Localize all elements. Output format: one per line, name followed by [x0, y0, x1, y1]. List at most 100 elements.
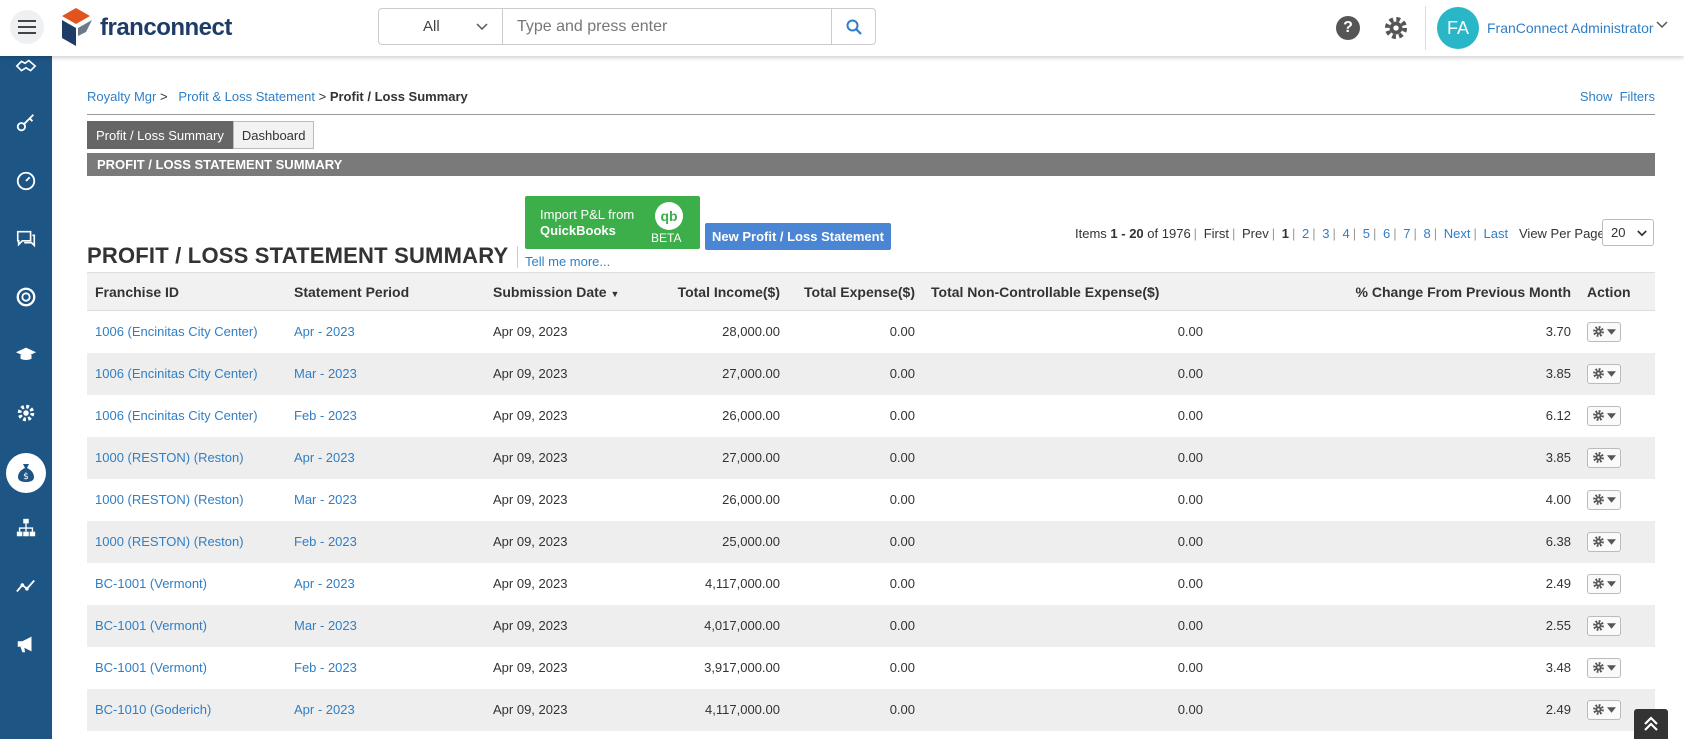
col-action: Action — [1579, 272, 1655, 311]
statement-period-link[interactable]: Feb - 2023 — [286, 394, 485, 437]
page-link-5[interactable]: 5 — [1363, 226, 1370, 241]
row-action-menu-button[interactable] — [1587, 321, 1621, 342]
col-franchise-id[interactable]: Franchise ID — [87, 272, 286, 311]
franchise-id-link[interactable]: 1006 (Encinitas City Center) — [87, 352, 286, 395]
gear-icon[interactable] — [1382, 14, 1410, 42]
show-filters-link[interactable]: Show Filters — [1580, 89, 1655, 104]
page-link-6[interactable]: 6 — [1383, 226, 1390, 241]
statement-period-link[interactable]: Feb - 2023 — [286, 520, 485, 563]
franchise-id-link[interactable]: 1000 (RESTON) (Reston) — [87, 436, 286, 479]
franconnect-logo[interactable]: franconnect — [56, 6, 232, 50]
table-row: 1000 (RESTON) (Reston) Apr - 2023 Apr 09, … — [87, 436, 1655, 479]
statement-period-link[interactable]: Apr - 2023 — [286, 436, 485, 479]
total-income: 3,917,000.00 — [650, 646, 788, 689]
page-link-7[interactable]: 7 — [1403, 226, 1410, 241]
row-action-menu-button[interactable] — [1587, 489, 1621, 510]
action-cell — [1579, 352, 1655, 395]
col-non-controllable-expense[interactable]: Total Non-Controllable Expense($) — [923, 272, 1213, 311]
franchise-id-link[interactable]: BC-1001 (Vermont) — [87, 646, 286, 689]
franchise-id-link[interactable]: BC-1001 (Vermont) — [87, 604, 286, 647]
help-icon[interactable]: ? — [1336, 16, 1360, 40]
franchise-id-link[interactable]: 1006 (Encinitas City Center) — [87, 310, 286, 353]
settings-icon[interactable] — [8, 395, 44, 431]
breadcrumb-royalty-mgr[interactable]: Royalty Mgr — [87, 89, 156, 104]
row-action-menu-button[interactable] — [1587, 573, 1621, 594]
row-action-menu-button[interactable] — [1587, 447, 1621, 468]
analytics-icon[interactable] — [8, 568, 44, 604]
gear-icon — [1593, 536, 1604, 547]
money-bag-icon[interactable]: $ — [6, 453, 46, 493]
action-cell — [1579, 310, 1655, 353]
percent-change: 2.49 — [1213, 562, 1579, 605]
last-page-link[interactable]: Last — [1483, 226, 1508, 241]
prev-page-link[interactable]: Prev — [1242, 226, 1269, 241]
statement-period-link[interactable]: Mar - 2023 — [286, 604, 485, 647]
table-row: BC-1010 (Goderich) Apr - 2023 Apr 09, 2023… — [87, 688, 1655, 731]
submission-date: Apr 09, 2023 — [485, 436, 650, 479]
speedometer-icon[interactable] — [8, 163, 44, 199]
action-cell — [1579, 436, 1655, 479]
first-page-link[interactable]: First — [1204, 226, 1229, 241]
action-cell — [1579, 562, 1655, 605]
avatar[interactable]: FA — [1437, 7, 1479, 49]
search-icon — [846, 19, 862, 35]
statement-period-link[interactable]: Apr - 2023 — [286, 688, 485, 731]
franchise-id-link[interactable]: 1000 (RESTON) (Reston) — [87, 478, 286, 521]
submission-date: Apr 09, 2023 — [485, 604, 650, 647]
franchise-id-link[interactable]: BC-1010 (Goderich) — [87, 688, 286, 731]
franchise-id-link[interactable]: 1000 (RESTON) (Reston) — [87, 520, 286, 563]
col-statement-period[interactable]: Statement Period — [286, 272, 485, 311]
col-percent-change[interactable]: % Change From Previous Month — [1213, 272, 1579, 311]
row-action-menu-button[interactable] — [1587, 405, 1621, 426]
franchise-id-link[interactable]: 1006 (Encinitas City Center) — [87, 394, 286, 437]
statement-period-link[interactable]: Mar - 2023 — [286, 352, 485, 395]
row-action-menu-button[interactable] — [1587, 615, 1621, 636]
megaphone-icon[interactable] — [8, 626, 44, 662]
scroll-to-top-button[interactable] — [1634, 709, 1668, 739]
chat-icon[interactable] — [8, 221, 44, 257]
page-link-2[interactable]: 2 — [1302, 226, 1309, 241]
col-total-expense[interactable]: Total Expense($) — [788, 272, 923, 311]
key-icon[interactable] — [8, 105, 44, 141]
franchise-id-link[interactable]: BC-1001 (Vermont) — [87, 562, 286, 605]
breadcrumb-profit-loss-statement[interactable]: Profit & Loss Statement — [178, 89, 315, 104]
top-header: franconnect All ? FA FranConnect Adminis… — [0, 0, 1684, 56]
hamburger-menu-icon[interactable] — [10, 10, 44, 44]
page-link-8[interactable]: 8 — [1423, 226, 1430, 241]
graduation-icon[interactable] — [8, 337, 44, 373]
org-chart-icon[interactable] — [8, 510, 44, 546]
import-quickbooks-button[interactable]: Import P&L from QuickBooks qb BETA — [525, 196, 700, 249]
logo-mark-icon — [62, 8, 92, 46]
pagination: Items 1 - 20 of 1976 | First | Prev | 1 | 2 |… — [1075, 226, 1509, 241]
row-action-menu-button[interactable] — [1587, 531, 1621, 552]
row-action-menu-button[interactable] — [1587, 699, 1621, 720]
search-scope-select[interactable]: All — [379, 9, 503, 44]
caret-down-icon — [1607, 664, 1616, 671]
next-page-link[interactable]: Next — [1444, 226, 1471, 241]
submission-date: Apr 09, 2023 — [485, 478, 650, 521]
submission-date: Apr 09, 2023 — [485, 646, 650, 689]
view-per-page-select[interactable]: 20 — [1602, 219, 1654, 246]
page-link-4[interactable]: 4 — [1342, 226, 1349, 241]
submission-date: Apr 09, 2023 — [485, 562, 650, 605]
chevron-down-icon[interactable] — [1656, 18, 1668, 32]
tell-me-more-link[interactable]: Tell me more... — [525, 254, 610, 269]
col-total-income[interactable]: Total Income($) — [650, 272, 788, 311]
page-link-3[interactable]: 3 — [1322, 226, 1329, 241]
tab-dashboard[interactable]: Dashboard — [232, 121, 315, 149]
search-input[interactable] — [503, 9, 831, 44]
row-action-menu-button[interactable] — [1587, 657, 1621, 678]
row-action-menu-button[interactable] — [1587, 363, 1621, 384]
new-profit-loss-statement-button[interactable]: New Profit / Loss Statement — [705, 223, 891, 250]
statement-period-link[interactable]: Apr - 2023 — [286, 562, 485, 605]
support-icon[interactable] — [8, 279, 44, 315]
user-name-menu[interactable]: FranConnect Administrator — [1487, 20, 1654, 36]
percent-change: 3.70 — [1213, 310, 1579, 353]
tab-profit-loss-summary[interactable]: Profit / Loss Summary — [87, 121, 233, 149]
statement-period-link[interactable]: Feb - 2023 — [286, 646, 485, 689]
statement-period-link[interactable]: Apr - 2023 — [286, 310, 485, 353]
gear-icon — [1593, 578, 1604, 589]
statement-period-link[interactable]: Mar - 2023 — [286, 478, 485, 521]
search-button[interactable] — [831, 9, 875, 44]
col-submission-date[interactable]: Submission Date ▼ — [485, 272, 650, 311]
